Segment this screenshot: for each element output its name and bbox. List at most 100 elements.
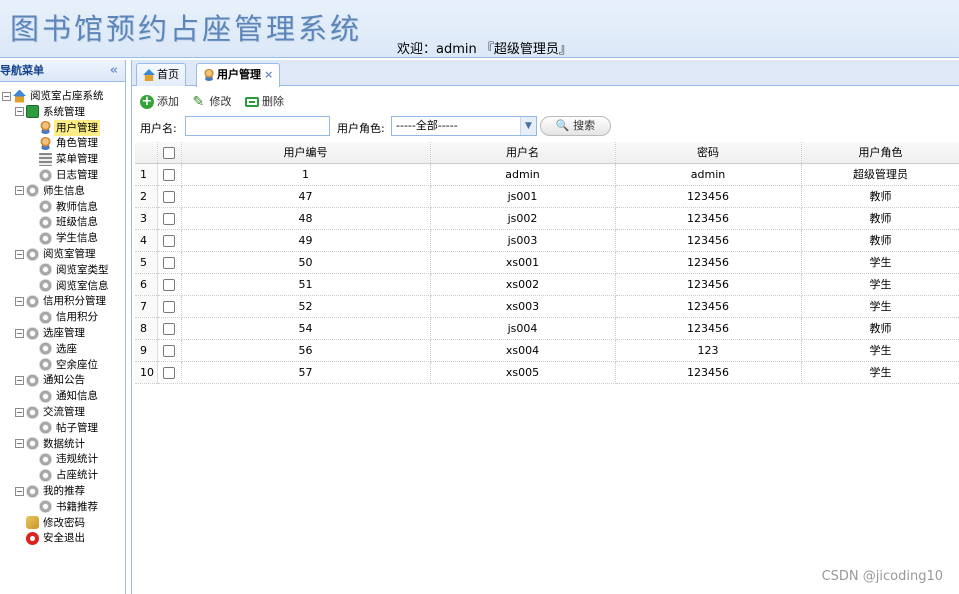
nav-item[interactable]: 违规统计	[39, 451, 100, 467]
table-row[interactable]: 9 56 xs004 123 学生	[135, 339, 959, 362]
cell-password: 123456	[615, 295, 802, 318]
table-row[interactable]: 5 50 xs001 123456 学生	[135, 251, 959, 274]
collapse-toggle-icon[interactable]: −	[15, 186, 24, 196]
collapse-toggle-icon[interactable]: −	[15, 296, 24, 306]
watermark: CSDN @jicoding10	[821, 569, 943, 584]
tab-user-management[interactable]: 用户管理 ×	[196, 63, 281, 87]
nav-item-label: 通知公告	[43, 374, 85, 387]
nav-item[interactable]: 角色管理	[39, 135, 100, 151]
nav-item[interactable]: 安全退出	[26, 530, 87, 546]
cell-password: 123456	[615, 185, 802, 208]
row-checkbox[interactable]	[163, 190, 175, 203]
home-icon	[143, 69, 155, 81]
nav-item[interactable]: 帖子管理	[39, 420, 100, 436]
table-row[interactable]: 10 57 xs005 123456 学生	[135, 361, 959, 384]
chevron-down-icon[interactable]: ▼	[520, 117, 536, 135]
row-checkbox-cell[interactable]	[157, 185, 182, 208]
table-row[interactable]: 7 52 xs003 123456 学生	[135, 295, 959, 318]
collapse-toggle-icon[interactable]: −	[15, 107, 24, 117]
cell-username: admin	[430, 163, 616, 186]
nav-item[interactable]: 空余座位	[39, 357, 100, 373]
collapse-toggle-icon[interactable]: −	[15, 407, 24, 417]
table-row[interactable]: 6 51 xs002 123456 学生	[135, 273, 959, 296]
row-checkbox[interactable]	[163, 168, 175, 181]
row-checkbox-cell[interactable]	[157, 163, 182, 186]
nav-item[interactable]: 修改密码	[26, 515, 87, 531]
nav-item[interactable]: − 阅览室管理	[15, 246, 98, 262]
collapse-toggle-icon[interactable]: −	[15, 486, 24, 496]
nav-item[interactable]: 用户管理	[39, 119, 100, 136]
collapse-icon[interactable]: «	[110, 60, 118, 82]
nav-item[interactable]: − 师生信息	[15, 183, 87, 199]
row-checkbox-cell[interactable]	[157, 207, 182, 230]
cell-role: 学生	[801, 251, 959, 274]
add-button[interactable]: + 添加	[140, 93, 179, 109]
row-checkbox-cell[interactable]	[157, 273, 182, 296]
row-checkbox-cell[interactable]	[157, 251, 182, 274]
row-checkbox[interactable]	[163, 256, 175, 269]
nav-item[interactable]: 阅览室信息	[39, 278, 111, 294]
nav-item[interactable]: − 数据统计	[15, 436, 87, 452]
collapse-toggle-icon[interactable]: −	[15, 375, 24, 385]
nav-item[interactable]: − 交流管理	[15, 404, 87, 420]
table-row[interactable]: 2 47 js001 123456 教师	[135, 185, 959, 208]
tab-home[interactable]: 首页	[136, 63, 186, 86]
nav-item[interactable]: − 我的推荐	[15, 483, 87, 499]
delete-label: 删除	[262, 95, 284, 108]
nav-item[interactable]: 日志管理	[39, 167, 100, 183]
row-checkbox-cell[interactable]	[157, 295, 182, 318]
delete-button[interactable]: 删除	[245, 93, 284, 109]
gear-icon	[39, 168, 52, 182]
row-checkbox[interactable]	[163, 300, 175, 313]
select-all-header	[157, 142, 182, 164]
column-header-id[interactable]: 用户编号	[181, 142, 431, 164]
nav-item[interactable]: 班级信息	[39, 214, 100, 230]
row-number: 4	[135, 229, 158, 252]
nav-item[interactable]: 学生信息	[39, 230, 100, 246]
collapse-toggle-icon[interactable]: −	[15, 249, 24, 259]
collapse-toggle-icon[interactable]: −	[15, 439, 24, 449]
table-row[interactable]: 1 1 admin admin 超级管理员	[135, 163, 959, 186]
column-header-username[interactable]: 用户名	[430, 142, 616, 164]
nav-item[interactable]: 占座统计	[39, 467, 100, 483]
row-checkbox[interactable]	[163, 212, 175, 225]
row-checkbox[interactable]	[163, 278, 175, 291]
row-number: 8	[135, 317, 158, 340]
nav-item[interactable]: 菜单管理	[39, 151, 100, 167]
search-button[interactable]: 🔍 搜索	[540, 116, 611, 136]
row-checkbox-cell[interactable]	[157, 229, 182, 252]
nav-item[interactable]: − 信用积分管理	[15, 293, 108, 309]
row-checkbox[interactable]	[163, 322, 175, 335]
role-select[interactable]: -----全部----- ▼	[391, 116, 537, 136]
tab-bar: 首页 用户管理 ×	[132, 60, 959, 87]
row-checkbox[interactable]	[163, 234, 175, 247]
edit-button[interactable]: ✎ 修改	[193, 93, 232, 109]
nav-item[interactable]: 选座	[39, 341, 79, 357]
row-checkbox-cell[interactable]	[157, 361, 182, 384]
username-input[interactable]	[185, 116, 330, 136]
table-row[interactable]: 4 49 js003 123456 教师	[135, 229, 959, 252]
close-icon[interactable]: ×	[264, 68, 273, 81]
table-row[interactable]: 3 48 js002 123456 教师	[135, 207, 959, 230]
collapse-toggle-icon[interactable]: −	[15, 328, 24, 338]
nav-item[interactable]: − 选座管理	[15, 325, 87, 341]
row-checkbox-cell[interactable]	[157, 339, 182, 362]
column-header-role[interactable]: 用户角色	[801, 142, 959, 164]
nav-item[interactable]: − 系统管理	[15, 104, 87, 120]
nav-item[interactable]: 书籍推荐	[39, 499, 100, 515]
role-label: 用户角色:	[337, 122, 385, 135]
nav-item[interactable]: 信用积分	[39, 309, 100, 325]
nav-item[interactable]: − 通知公告	[15, 372, 87, 388]
nav-item[interactable]: 教师信息	[39, 199, 100, 215]
nav-item-label: 阅览室类型	[56, 263, 109, 276]
row-checkbox-cell[interactable]	[157, 317, 182, 340]
row-checkbox[interactable]	[163, 344, 175, 357]
nav-item[interactable]: 通知信息	[39, 388, 100, 404]
row-checkbox[interactable]	[163, 366, 175, 379]
select-all-checkbox[interactable]	[163, 146, 175, 159]
table-row[interactable]: 8 54 js004 123456 教师	[135, 317, 959, 340]
nav-item[interactable]: − 阅览室占座系统	[2, 88, 106, 104]
collapse-toggle-icon[interactable]: −	[2, 91, 11, 101]
nav-item[interactable]: 阅览室类型	[39, 262, 111, 278]
column-header-password[interactable]: 密码	[615, 142, 802, 164]
